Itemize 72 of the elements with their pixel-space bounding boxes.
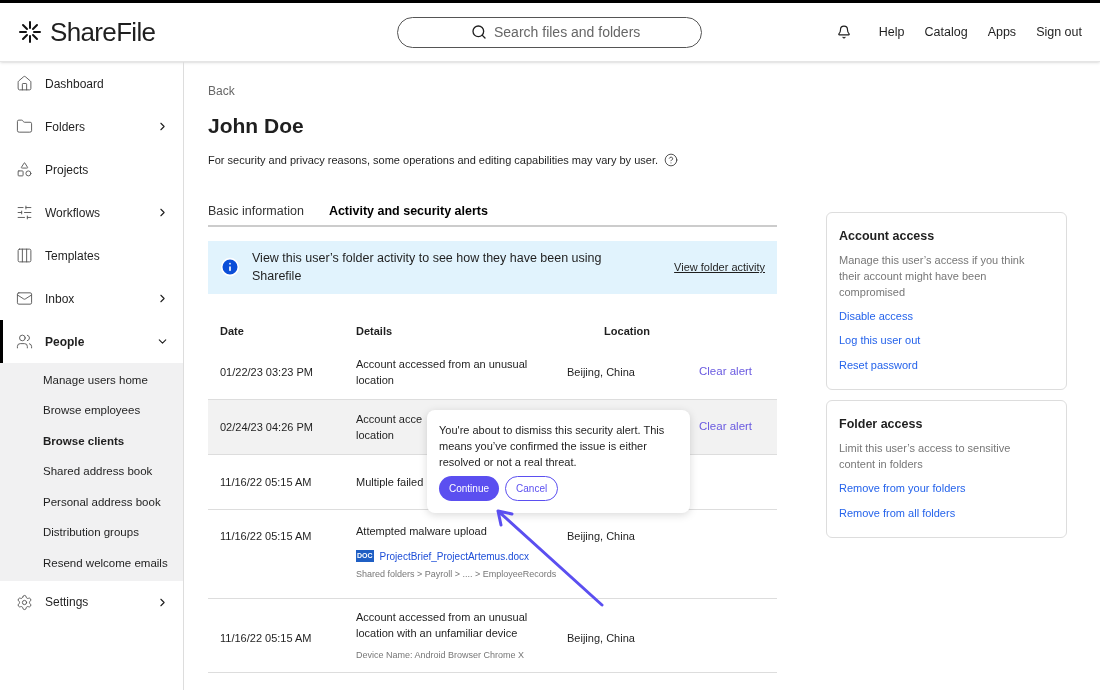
nav-item[interactable]: Dashboard bbox=[0, 62, 183, 105]
shapes-icon bbox=[16, 161, 33, 178]
date-cell-text: 11/16/22 05:15 AM bbox=[220, 528, 313, 544]
clear-alert-link[interactable]: Clear alert bbox=[699, 363, 753, 381]
location-cell-text: Beijing, China bbox=[567, 528, 636, 544]
banner-text: View this user’s folder activity to see how they have been using Sharefile bbox=[252, 250, 603, 286]
card-text: Manage this user’s access if you think their account might have been compromised bbox=[839, 252, 1026, 300]
details-cell-text: Multiple failed bbox=[356, 474, 424, 490]
logo-icon bbox=[18, 20, 42, 44]
header-link[interactable]: Help bbox=[878, 22, 905, 42]
location-cell-text: Beijing, China bbox=[567, 630, 636, 646]
help-icon[interactable] bbox=[664, 152, 678, 167]
file-link[interactable]: ProjectBrief_ProjectArtemus.docx bbox=[379, 548, 530, 564]
bell-icon[interactable] bbox=[836, 25, 851, 39]
details-cell-text: Attempted malware upload bbox=[356, 523, 487, 539]
file-path: Shared folders > Payroll > .... > EmployeeRecords bbox=[356, 567, 558, 581]
submenu-item[interactable]: Resend welcome emails bbox=[0, 548, 183, 579]
house-icon bbox=[16, 75, 33, 92]
submenu-item[interactable]: Distribution groups bbox=[0, 517, 183, 548]
card-link[interactable]: Disable access bbox=[839, 307, 1054, 325]
date-cell-text: 11/16/22 05:15 AM bbox=[220, 474, 313, 490]
details-cell-text: Account acce location bbox=[356, 411, 423, 443]
submenu-item[interactable]: Browse clients bbox=[0, 426, 183, 457]
header-link[interactable]: Catalog bbox=[924, 22, 968, 42]
popover-text: You're about to dismiss this security alert. This means you’ve confirmed the issue is either resolved or not a real threat. bbox=[439, 422, 666, 470]
card-title: Folder access bbox=[839, 416, 924, 434]
nav-item[interactable]: Folders bbox=[0, 105, 183, 148]
nav-item[interactable]: Projects bbox=[0, 148, 183, 191]
submenu-item[interactable]: Shared address book bbox=[0, 456, 183, 487]
folder-icon bbox=[16, 118, 33, 135]
details-cell-text: Account accessed from an unusual location with an unfamiliar device bbox=[356, 609, 529, 641]
card-link[interactable]: Remove from your folders bbox=[839, 480, 1054, 497]
card-link[interactable]: Reset password bbox=[839, 356, 1054, 374]
logo-text: ShareFile bbox=[50, 15, 156, 49]
mail-icon bbox=[16, 290, 33, 307]
nav-item[interactable]: Templates bbox=[0, 234, 183, 277]
location-cell-text: Beijing, China bbox=[567, 364, 636, 380]
back-link[interactable]: Back bbox=[208, 82, 777, 100]
clear-alert-link[interactable]: Clear alert bbox=[699, 418, 753, 436]
submenu-item[interactable]: Personal address book bbox=[0, 487, 183, 518]
date-cell-text: 02/24/23 04:26 PM bbox=[220, 419, 314, 435]
nav-item[interactable]: Workflows bbox=[0, 191, 183, 234]
card-text: Limit this user’s access to sensitive content in folders bbox=[839, 441, 1012, 472]
device-note: Device Name: Android Browser Chrome X bbox=[356, 648, 526, 662]
search-field[interactable]: Search files and folders bbox=[397, 16, 702, 48]
sliders-icon bbox=[16, 204, 33, 221]
submenu-item[interactable]: Browse employees bbox=[0, 395, 183, 426]
people-icon bbox=[16, 333, 33, 350]
nav-item[interactable]: Settings bbox=[0, 580, 183, 624]
tab[interactable]: Basic information bbox=[208, 202, 304, 225]
card-link[interactable]: Remove from all folders bbox=[839, 504, 1054, 521]
continue-button[interactable]: Continue bbox=[439, 475, 500, 501]
panel-icon bbox=[16, 247, 33, 264]
column-header: Details bbox=[356, 323, 394, 339]
view-folder-activity-link[interactable]: View folder activity bbox=[674, 259, 765, 276]
header-link[interactable]: Apps bbox=[987, 22, 1017, 42]
settings-icon bbox=[16, 593, 33, 611]
column-header: Location bbox=[603, 323, 651, 339]
header-link[interactable]: Sign out bbox=[1036, 22, 1082, 42]
date-cell-text: 01/22/23 03:23 PM bbox=[220, 364, 314, 380]
card-title: Account access bbox=[839, 228, 936, 245]
page-title: John Doe bbox=[208, 113, 305, 139]
column-header: Date bbox=[220, 323, 245, 339]
details-cell-text: Account accessed from an unusual location bbox=[356, 356, 529, 388]
date-cell-text: 11/16/22 05:15 AM bbox=[220, 630, 313, 646]
search-icon bbox=[471, 23, 487, 40]
card-link[interactable]: Log this user out bbox=[839, 332, 1054, 349]
info-icon bbox=[220, 257, 240, 278]
tab[interactable]: Activity and security alerts bbox=[328, 202, 488, 225]
nav-item[interactable]: Inbox bbox=[0, 277, 183, 320]
subtitle: For security and privacy reasons, some operations and editing capabilities may vary by user. bbox=[208, 152, 658, 168]
submenu-item[interactable]: Manage users home bbox=[0, 365, 183, 396]
